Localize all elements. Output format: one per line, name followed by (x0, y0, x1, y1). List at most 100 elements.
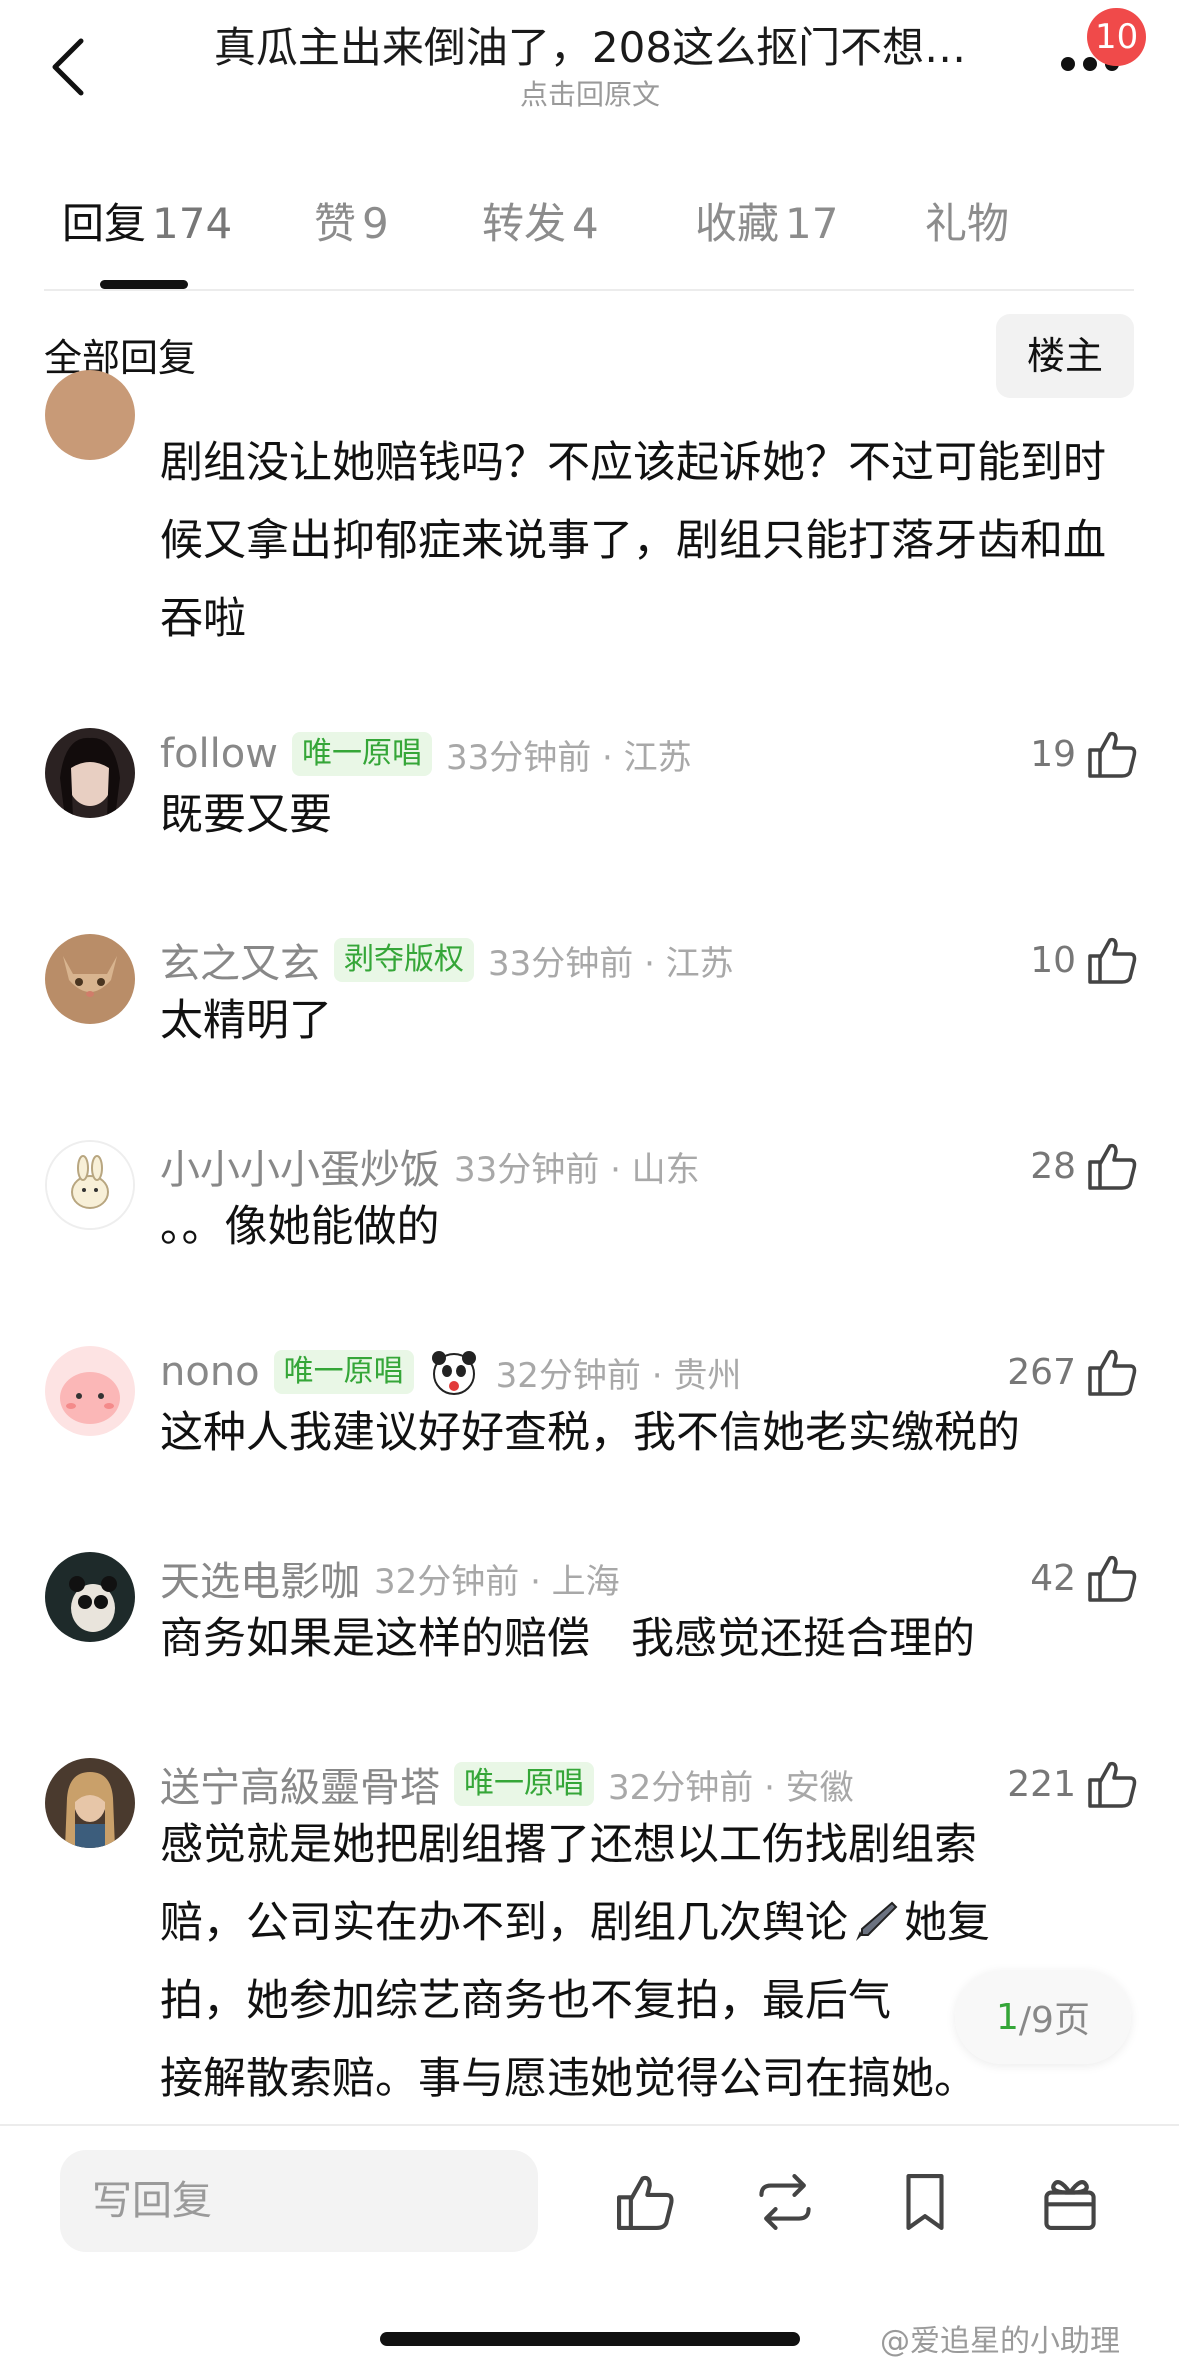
like-icon (617, 2175, 674, 2230)
tab-gifts[interactable]: 礼物 (925, 194, 1009, 254)
avatar[interactable] (45, 1346, 135, 1436)
bookmark-icon (906, 2174, 944, 2230)
like-button[interactable]: 42 (970, 1548, 1140, 1608)
thumbs-up-icon (1088, 1143, 1137, 1190)
user-badge: 剥夺版权 (334, 938, 474, 982)
comment-text: 这种人我建议好好查税，我不信她老实缴税的 (160, 1408, 1020, 1458)
avatar[interactable] (45, 934, 135, 1024)
tab-count: 174 (152, 199, 233, 248)
like-count: 221 (1007, 1763, 1076, 1805)
user-badge: 唯一原唱 (454, 1762, 594, 1806)
current-page: 1 (996, 1996, 1019, 2038)
tab-label: 回复 (62, 199, 147, 248)
comment-text-line: 赔，公司实在办不到，剧组几次舆论 她复 (160, 1884, 1120, 1962)
timestamp-location: 33分钟前 · 山东 (454, 1149, 700, 1190)
like-count: 10 (1030, 939, 1076, 981)
comment-meta: 小小小小蛋炒饭 33分钟前 · 山东 (160, 1136, 700, 1196)
tab-label: 收藏 (695, 199, 780, 248)
like-count: 42 (1030, 1557, 1076, 1599)
avatar[interactable] (45, 728, 135, 818)
avatar[interactable] (45, 1140, 135, 1230)
repost-icon (759, 2174, 811, 2230)
thumbs-up-icon (1088, 1555, 1137, 1602)
post-title-area[interactable]: 真瓜主出来倒油了，208这么抠门不想… 点击回原文 (150, 18, 1030, 112)
divider (44, 289, 1134, 291)
user-badge: 唯一原唱 (273, 1350, 414, 1394)
username[interactable]: nono (160, 1349, 260, 1395)
username[interactable]: 送宁高級靈骨塔 (160, 1755, 440, 1813)
comment-meta: nono 唯一原唱 32分钟前 · 贵州 (160, 1342, 741, 1402)
tab-likes[interactable]: 赞9 (314, 194, 389, 254)
home-indicator[interactable] (380, 2332, 800, 2346)
back-button[interactable] (38, 22, 98, 112)
username[interactable]: follow (160, 731, 278, 777)
comment-meta: follow 唯一原唱 33分钟前 · 江苏 (160, 724, 692, 784)
top-nav-bar: 真瓜主出来倒油了，208这么抠门不想… 点击回原文 10 (0, 0, 1179, 150)
chevron-left-icon (52, 38, 84, 96)
like-button[interactable]: 28 (970, 1136, 1140, 1196)
comment-text: 既要又要 (160, 790, 332, 840)
username[interactable]: 玄之又玄 (160, 931, 320, 989)
host-only-button[interactable]: 楼主 (996, 314, 1134, 398)
divider (0, 2124, 1179, 2126)
tab-label: 转发 (482, 199, 567, 248)
thumbs-up-icon (1088, 1761, 1137, 1808)
tab-count: 9 (362, 199, 389, 248)
tab-count: 17 (785, 199, 839, 248)
total-pages: /9页 (1018, 2000, 1090, 2041)
thumbs-up-icon (1088, 1349, 1137, 1396)
gift-button[interactable] (1030, 2162, 1110, 2242)
user-badge: 唯一原唱 (291, 732, 432, 776)
like-button[interactable]: 19 (970, 724, 1140, 784)
timestamp-location: 32分钟前 · 上海 (374, 1561, 620, 1602)
comment-meta: 玄之又玄 剥夺版权 33分钟前 · 江苏 (160, 930, 734, 990)
avatar[interactable] (45, 1552, 135, 1642)
gift-icon (1044, 2180, 1096, 2230)
like-count: 19 (1030, 733, 1076, 775)
tab-label: 礼物 (925, 199, 1010, 248)
thumbs-up-icon (1088, 731, 1137, 778)
tab-count: 4 (572, 199, 599, 248)
comment-text: 感觉就是她把剧组撂了还想以工伤找剧组索 赔，公司实在办不到，剧组几次舆论 她复 拍… (160, 1806, 1120, 2118)
notification-badge: 10 (1087, 8, 1147, 66)
timestamp-location: 32分钟前 · 贵州 (495, 1355, 742, 1396)
tab-replies[interactable]: 回复 174 (62, 194, 232, 254)
like-button[interactable]: 10 (970, 930, 1140, 990)
avatar[interactable] (45, 1758, 135, 1848)
comment-meta: 送宁高級靈骨塔 唯一原唱 32分钟前 · 安徽 (160, 1754, 854, 1814)
brush-emoji-icon (856, 1901, 898, 1941)
avatar[interactable] (45, 370, 135, 460)
comment-text: 商务如果是这样的赔偿 我感觉还挺合理的 (160, 1614, 976, 1664)
bookmark-button[interactable] (885, 2162, 965, 2242)
pagination-indicator[interactable]: 1/9页 (955, 1970, 1131, 2064)
comment-text: 太精明了 (160, 996, 332, 1046)
comment-text: 剧组没让她赔钱吗？不应该起诉她？不过可能到时候又拿出抑郁症来说事了，剧组只能打落… (160, 438, 1106, 644)
post-title: 真瓜主出来倒油了，208这么抠门不想… (213, 23, 967, 72)
timestamp-location: 32分钟前 · 安徽 (608, 1767, 854, 1808)
like-count: 28 (1030, 1145, 1076, 1187)
username[interactable]: 小小小小蛋炒饭 (160, 1137, 440, 1195)
reply-input[interactable]: 写回复 (60, 2150, 538, 2252)
comment-text-segment: 赔，公司实在办不到，剧组几次舆论 (160, 1898, 848, 1948)
comment-meta: 天选电影咖 32分钟前 · 上海 (160, 1548, 620, 1608)
username[interactable]: 天选电影咖 (160, 1549, 360, 1607)
like-button[interactable]: 267 (970, 1342, 1140, 1402)
tab-label: 赞 (314, 199, 357, 248)
tab-bar: 回复 174 赞9 转发 4 收藏 17 礼物 (0, 180, 1179, 290)
comment-text: 。。像她能做的 (160, 1202, 440, 1252)
timestamp-location: 33分钟前 · 江苏 (445, 737, 692, 778)
timestamp-location: 33分钟前 · 江苏 (488, 943, 734, 984)
like-button[interactable]: 221 (970, 1754, 1140, 1814)
like-post-button[interactable] (605, 2162, 685, 2242)
watermark: @爱追星的小助理 (880, 2324, 1120, 2359)
back-to-original-link[interactable]: 点击回原文 (150, 78, 1030, 112)
thumbs-up-icon (1088, 937, 1137, 984)
comment-text-line: 感觉就是她把剧组撂了还想以工伤找剧组索 (160, 1820, 977, 1870)
active-tab-indicator (100, 280, 188, 289)
comment-text-segment: 她复 (904, 1898, 990, 1948)
panda-sticker-icon (431, 1351, 476, 1395)
tab-favorites[interactable]: 收藏 17 (695, 194, 838, 254)
repost-button[interactable] (745, 2162, 825, 2242)
tab-reposts[interactable]: 转发 4 (482, 194, 599, 254)
like-count: 267 (1007, 1351, 1076, 1393)
